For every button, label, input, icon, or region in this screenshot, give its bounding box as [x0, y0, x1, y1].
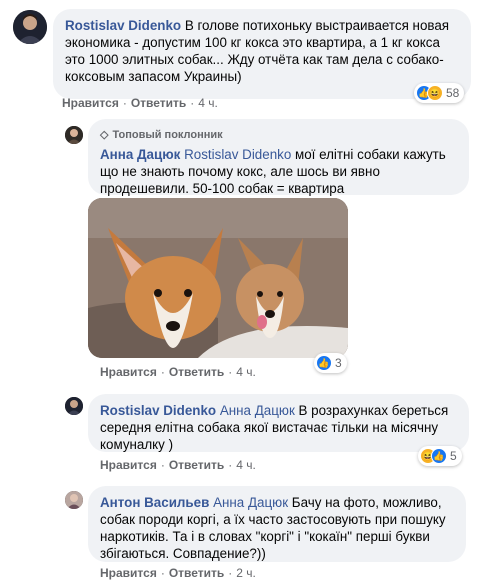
comment-bubble: ◇ Топовый поклонник Анна Дацюк Rostislav … — [88, 119, 469, 196]
timestamp[interactable]: 4 ч. — [236, 365, 256, 379]
comment-bubble: Rostislav Didenko В голове потихоньку вы… — [53, 9, 471, 99]
reply-button[interactable]: Ответить — [169, 458, 224, 472]
avatar[interactable] — [65, 126, 83, 144]
badge-label: Топовый поклонник — [112, 129, 223, 141]
like-button[interactable]: Нравится — [100, 365, 157, 379]
like-button[interactable]: Нравится — [100, 458, 157, 472]
reaction-summary[interactable]: 👍 😆 58 — [414, 83, 465, 103]
comment-actions: Нравится · Ответить · 2 ч. — [100, 566, 256, 580]
timestamp[interactable]: 2 ч. — [236, 566, 256, 580]
comment-actions: Нравится · Ответить · 4 ч. — [100, 365, 256, 379]
like-button[interactable]: Нравится — [62, 96, 119, 110]
reply-button[interactable]: Ответить — [169, 365, 224, 379]
comment-actions: Нравится · Ответить · 4 ч. — [62, 96, 218, 110]
reaction-summary[interactable]: 👍 3 — [314, 353, 347, 373]
comment-author[interactable]: Rostislav Didenko — [100, 403, 216, 418]
comment-author[interactable]: Антон Васильев — [100, 495, 209, 510]
timestamp[interactable]: 4 ч. — [236, 458, 256, 472]
comment-bubble: Rostislav Didenko Анна Дацюк В розрахунк… — [88, 394, 469, 452]
comment-author[interactable]: Rostislav Didenko — [65, 18, 181, 33]
reaction-count: 5 — [450, 449, 457, 463]
avatar[interactable] — [65, 397, 83, 415]
reaction-count: 58 — [446, 86, 460, 100]
mention-link[interactable]: Rostislav Didenko — [184, 147, 291, 162]
comment-photo[interactable] — [88, 198, 348, 358]
timestamp[interactable]: 4 ч. — [198, 96, 218, 110]
comment-bubble: Антон Васильев Анна Дацюк Бачу на фото, … — [88, 486, 466, 562]
like-icon: 👍 — [431, 448, 447, 464]
avatar[interactable] — [65, 491, 83, 509]
reaction-summary[interactable]: 😆 👍 5 — [418, 446, 462, 466]
like-icon: 👍 — [316, 355, 332, 371]
diamond-icon: ◇ — [100, 129, 109, 141]
comment-actions: Нравится · Ответить · 4 ч. — [100, 458, 256, 472]
reply-button[interactable]: Ответить — [169, 566, 224, 580]
like-button[interactable]: Нравится — [100, 566, 157, 580]
reaction-count: 3 — [335, 356, 342, 370]
mention-link[interactable]: Анна Дацюк — [220, 403, 295, 418]
top-fan-badge: ◇ Топовый поклонник — [100, 127, 457, 144]
haha-icon: 😆 — [427, 85, 443, 101]
comment-author[interactable]: Анна Дацюк — [100, 147, 180, 162]
avatar[interactable] — [13, 10, 47, 44]
corgi-photo-image — [88, 198, 348, 358]
mention-link[interactable]: Анна Дацюк — [213, 495, 288, 510]
reply-button[interactable]: Ответить — [131, 96, 186, 110]
